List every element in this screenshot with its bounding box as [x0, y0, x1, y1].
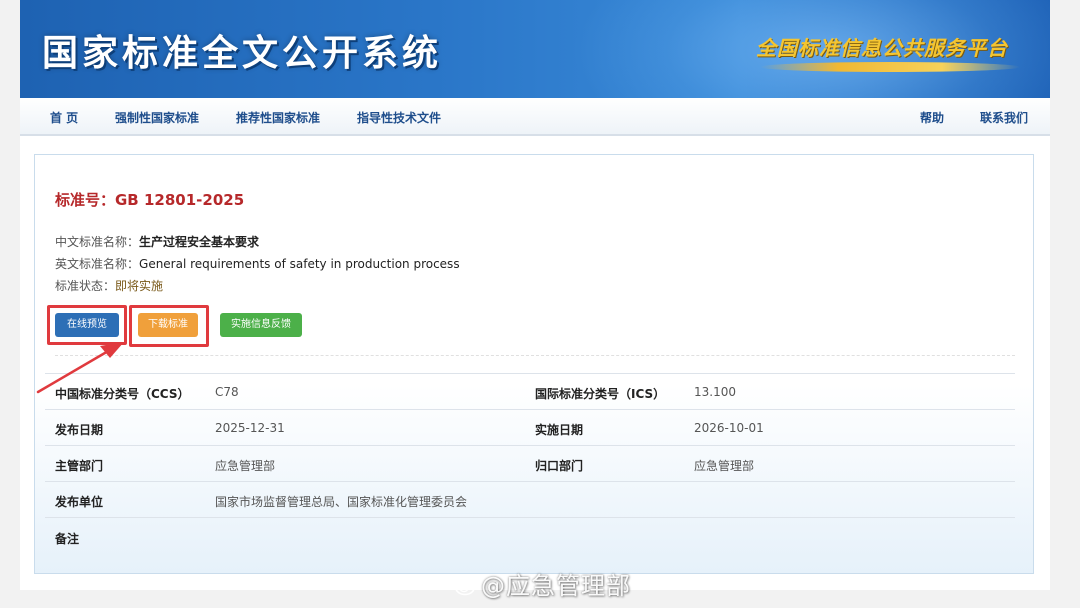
red-arrow-icon — [36, 342, 124, 394]
weibo-logo-icon — [455, 578, 476, 596]
annotation-arrow-overlay — [36, 342, 124, 394]
watermark-text: @应急管理部 — [481, 572, 631, 600]
weibo-watermark: @应急管理部 — [455, 566, 631, 601]
